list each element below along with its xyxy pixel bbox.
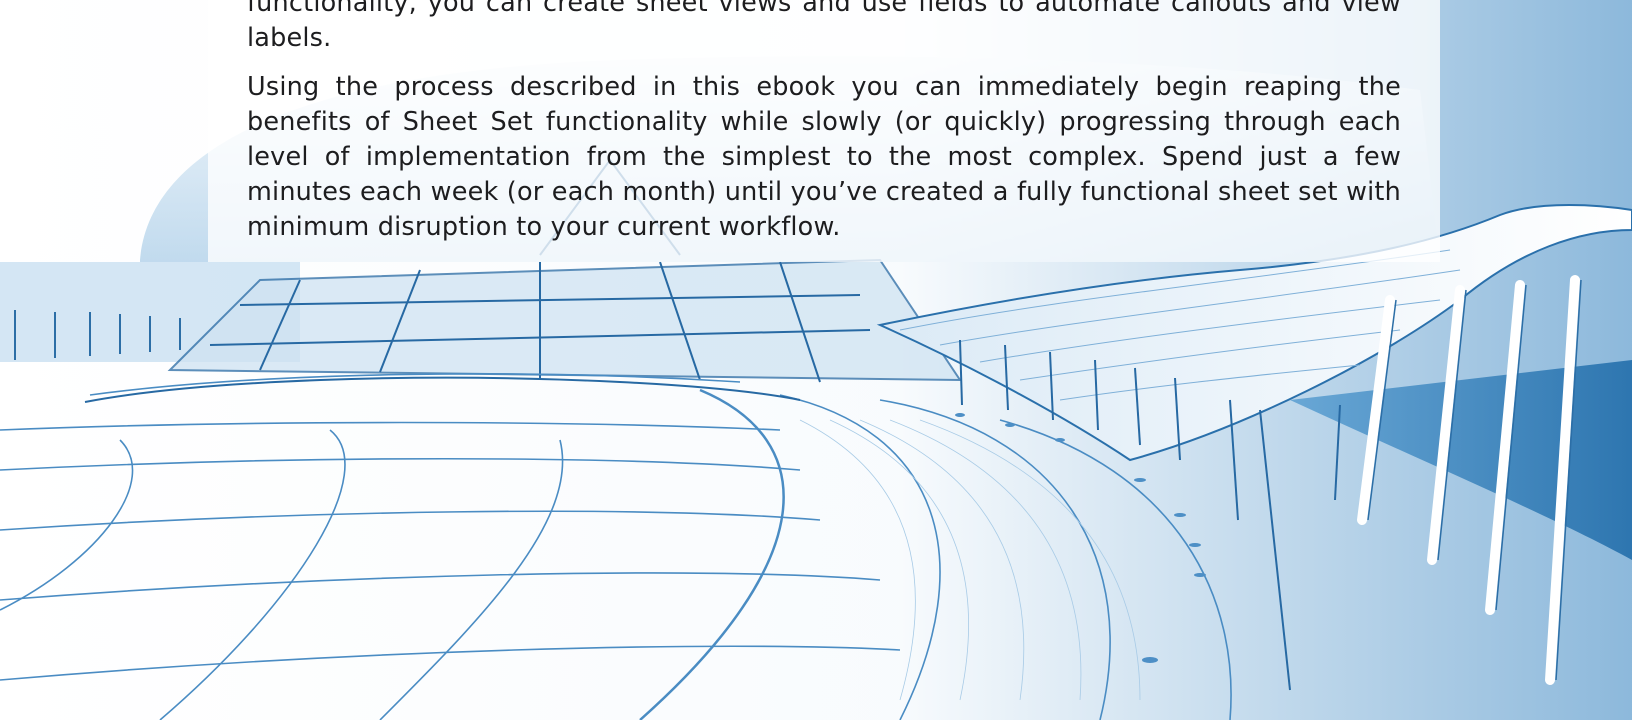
paragraph-process: Using the process described in this eboo… <box>247 72 1401 242</box>
paragraph-continued: functionality, you can create sheet view… <box>247 0 1401 53</box>
body-text: functionality, you can create sheet view… <box>247 0 1401 259</box>
ebook-page: functionality, you can create sheet view… <box>0 0 1632 720</box>
